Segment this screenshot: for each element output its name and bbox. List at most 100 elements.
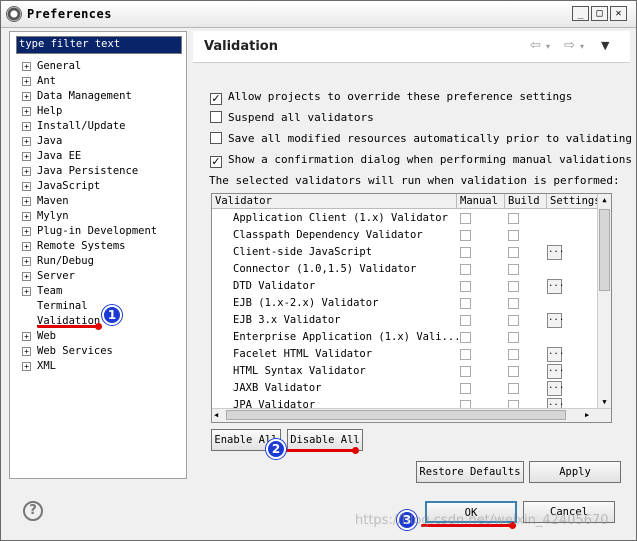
restore-defaults-button[interactable]: Restore Defaults [416,461,524,483]
close-icon[interactable]: ✕ [610,6,627,21]
maximize-icon[interactable]: □ [591,6,608,21]
apply-button[interactable]: Apply [529,461,621,483]
build-checkbox[interactable] [508,264,519,275]
settings-button[interactable]: ... [547,381,564,396]
view-menu-icon[interactable]: ▼ [601,39,609,52]
manual-checkbox[interactable] [460,247,471,258]
tree-item-team[interactable]: + Team [22,284,157,299]
tree-item-run-debug[interactable]: + Run/Debug [22,254,157,269]
tree-item-web[interactable]: + Web [22,329,157,344]
horizontal-scrollbar[interactable]: ◀ ▶ [212,408,611,422]
table-row[interactable]: Client-side JavaScript... [212,245,599,262]
minimize-icon[interactable]: _ [572,6,589,21]
horizontal-scroll-thumb[interactable] [226,410,566,420]
expand-icon[interactable]: + [22,361,31,371]
build-checkbox[interactable] [508,315,519,326]
manual-checkbox[interactable] [460,315,471,326]
column-settings[interactable]: Settings [547,194,599,209]
settings-button[interactable]: ... [547,313,564,328]
tree-item-terminal[interactable]: Terminal [22,299,157,314]
scroll-up-icon[interactable]: ▲ [599,195,610,206]
tree-item-server[interactable]: + Server [22,269,157,284]
expand-icon[interactable]: + [22,241,31,251]
expand-icon[interactable]: + [22,76,31,86]
expand-icon[interactable]: + [22,91,31,101]
filter-input[interactable]: type filter text [16,36,182,54]
expand-icon[interactable]: + [22,286,31,296]
table-row[interactable]: EJB (1.x-2.x) Validator [212,296,599,313]
expand-icon[interactable]: + [22,346,31,356]
tree-item-plug-in-development[interactable]: + Plug-in Development [22,224,157,239]
settings-button[interactable]: ... [547,279,564,294]
tree-item-maven[interactable]: + Maven [22,194,157,209]
build-checkbox[interactable] [508,366,519,377]
manual-checkbox[interactable] [460,281,471,292]
table-row[interactable]: HTML Syntax Validator... [212,364,599,381]
option-suspend-all[interactable]: Suspend all validators [210,110,374,126]
build-checkbox[interactable] [508,213,519,224]
help-icon[interactable]: ? [23,501,43,521]
table-row[interactable]: Application Client (1.x) Validator [212,211,599,228]
option-save-modified[interactable]: Save all modified resources automaticall… [210,131,632,147]
tree-item-web-services[interactable]: + Web Services [22,344,157,359]
expand-icon[interactable]: + [22,151,31,161]
tree-item-java-persistence[interactable]: + Java Persistence [22,164,157,179]
table-row[interactable]: EJB 3.x Validator... [212,313,599,330]
expand-icon[interactable]: + [22,121,31,131]
manual-checkbox[interactable] [460,264,471,275]
expand-icon[interactable]: + [22,166,31,176]
tree-item-help[interactable]: + Help [22,104,157,119]
tree-item-install-update[interactable]: + Install/Update [22,119,157,134]
table-row[interactable]: Facelet HTML Validator... [212,347,599,364]
manual-checkbox[interactable] [460,332,471,343]
option-show-confirmation[interactable]: ✓ Show a confirmation dialog when perform… [210,152,632,168]
tree-item-mylyn[interactable]: + Mylyn [22,209,157,224]
manual-checkbox[interactable] [460,298,471,309]
build-checkbox[interactable] [508,383,519,394]
expand-icon[interactable]: + [22,271,31,281]
expand-icon[interactable]: + [22,196,31,206]
checkbox-icon[interactable] [210,111,222,123]
expand-icon[interactable]: + [22,256,31,266]
tree-item-javascript[interactable]: + JavaScript [22,179,157,194]
tree-item-data-management[interactable]: + Data Management [22,89,157,104]
table-row[interactable]: Classpath Dependency Validator [212,228,599,245]
table-row[interactable]: DTD Validator... [212,279,599,296]
settings-button[interactable]: ... [547,347,564,362]
expand-icon[interactable]: + [22,61,31,71]
manual-checkbox[interactable] [460,213,471,224]
build-checkbox[interactable] [508,281,519,292]
column-build[interactable]: Build [505,194,547,209]
tree-item-remote-systems[interactable]: + Remote Systems [22,239,157,254]
column-manual[interactable]: Manual [457,194,505,209]
build-checkbox[interactable] [508,247,519,258]
tree-item-general[interactable]: + General [22,59,157,74]
expand-icon[interactable]: + [22,211,31,221]
vertical-scroll-thumb[interactable] [599,209,610,291]
checkbox-icon[interactable] [210,132,222,144]
scroll-right-icon[interactable]: ▶ [585,410,595,421]
manual-checkbox[interactable] [460,366,471,377]
scroll-down-icon[interactable]: ▼ [599,397,610,408]
table-row[interactable]: Connector (1.0,1.5) Validator [212,262,599,279]
tree-item-java-ee[interactable]: + Java EE [22,149,157,164]
build-checkbox[interactable] [508,332,519,343]
table-row[interactable]: JAXB Validator... [212,381,599,398]
settings-button[interactable]: ... [547,245,564,260]
scroll-left-icon[interactable]: ◀ [214,410,224,421]
expand-icon[interactable]: + [22,136,31,146]
expand-icon[interactable]: + [22,106,31,116]
expand-icon[interactable]: + [22,226,31,236]
option-allow-override[interactable]: ✓ Allow projects to override these prefer… [210,89,572,105]
checkbox-icon[interactable]: ✓ [210,156,222,168]
build-checkbox[interactable] [508,349,519,360]
table-row[interactable]: Enterprise Application (1.x) Vali... [212,330,599,347]
manual-checkbox[interactable] [460,230,471,241]
tree-item-ant[interactable]: + Ant [22,74,157,89]
expand-icon[interactable]: + [22,181,31,191]
build-checkbox[interactable] [508,298,519,309]
back-dropdown-icon[interactable]: ▾ [546,42,550,51]
tree-item-xml[interactable]: + XML [22,359,157,374]
manual-checkbox[interactable] [460,349,471,360]
expand-icon[interactable]: + [22,331,31,341]
